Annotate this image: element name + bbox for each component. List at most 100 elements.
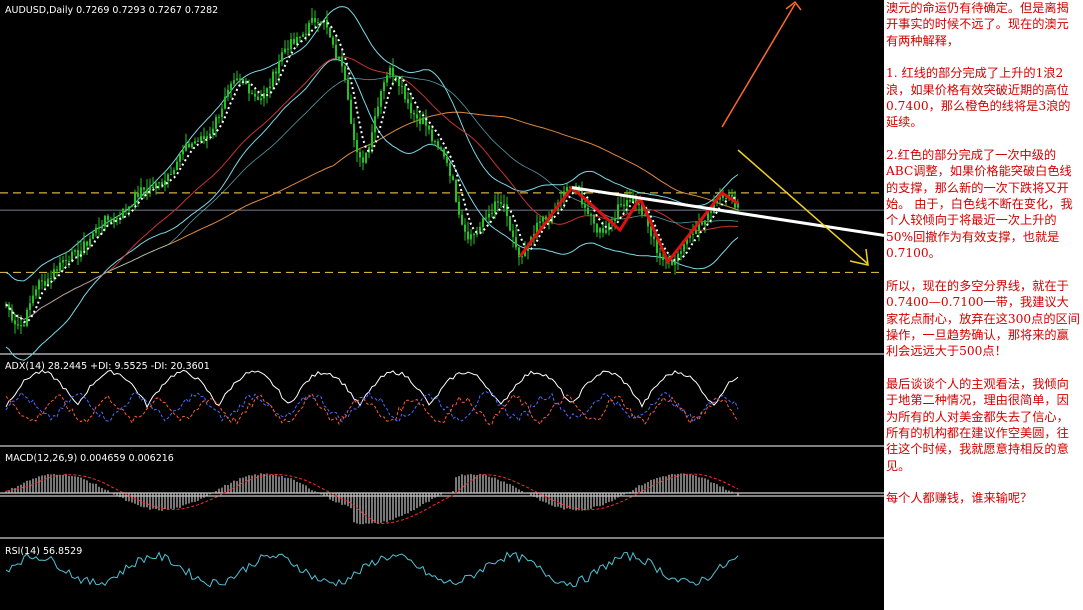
price-bar-body (482, 218, 484, 227)
commentary-question: 每个人都赚钱，谁来输呢？ (886, 491, 1033, 506)
price-bar-body (458, 201, 460, 215)
commentary-conclusion: 所以，现在的多空分界线，就在于0.7400—0.7100一带，我建议大家花点耐心… (886, 278, 1080, 359)
price-bar-body (221, 108, 223, 117)
price-bar-body (455, 180, 457, 202)
price-bar-body (407, 99, 409, 104)
price-bar-body (143, 187, 145, 190)
price-bar-body (623, 204, 625, 207)
price-bar-body (50, 278, 52, 280)
price-bar-body (167, 174, 169, 181)
price-bar-body (599, 228, 601, 233)
price-bar-body (209, 133, 211, 137)
price-bar-body (449, 162, 451, 177)
price-bar-body (329, 27, 331, 38)
price-bar-body (176, 161, 178, 171)
price-bar-body (104, 215, 106, 227)
price-bar-body (692, 233, 694, 235)
price-bar-body (356, 139, 358, 153)
price-bar-body (128, 206, 130, 211)
price-bar-body (98, 227, 100, 229)
price-bar-body (32, 295, 34, 304)
yellow-projection-arrow (737, 149, 869, 265)
rsi-header: RSI(14) 56.8529 (5, 546, 82, 557)
price-bar-body (389, 67, 391, 76)
price-bar-body (248, 84, 250, 94)
price-bar-body (359, 152, 361, 158)
price-bar-body (497, 201, 499, 203)
price-bar-body (206, 136, 208, 139)
price-bar-body (452, 176, 454, 181)
price-bar-body (140, 187, 142, 197)
price-bar-body (62, 260, 64, 263)
price-bar-body (158, 182, 160, 184)
price-bar-body (122, 208, 124, 219)
price-bar-body (614, 219, 616, 222)
price-bar-body (302, 34, 304, 37)
commentary-intro: 澳元的命运仍有待确定。但是离揭开事实的时候不远了。现在的澳元有两种解释， (886, 1, 1069, 48)
price-bar-body (587, 207, 589, 214)
price-bar-body (422, 117, 424, 124)
price-bar-body (116, 218, 118, 220)
price-bar-body (431, 129, 433, 142)
price-bar-body (674, 261, 676, 265)
price-bar-body (584, 204, 586, 208)
price-bar-body (440, 147, 442, 150)
price-bar-body (383, 82, 385, 92)
price-bar-body (371, 132, 373, 148)
price-bar-body (53, 269, 55, 279)
price-bar-body (233, 80, 235, 84)
price-bar-body (401, 86, 403, 88)
price-bar-body (56, 269, 58, 271)
long-moving-average (5, 75, 739, 320)
price-bar-body (41, 280, 43, 282)
price-bar-body (377, 106, 379, 117)
price-bar-body (365, 152, 367, 163)
price-bar-body (197, 140, 199, 142)
price-bar-body (704, 220, 706, 225)
price-bar-body (266, 88, 268, 94)
price-bar-body (314, 18, 316, 23)
price-bar-body (275, 71, 277, 74)
price-bar-body (224, 96, 226, 109)
price-bar-body (299, 36, 301, 38)
price-bar-body (92, 233, 94, 239)
price-bar-body (617, 204, 619, 220)
price-bar-body (338, 56, 340, 60)
price-bar-body (629, 200, 631, 202)
symbol-header: AUDUSD,Daily 0.7269 0.7293 0.7267 0.7282 (5, 5, 218, 16)
price-bar-body (347, 79, 349, 100)
price-bar-body (44, 281, 46, 286)
price-bar-body (488, 213, 490, 218)
price-bar-body (350, 99, 352, 124)
price-bar-body (125, 208, 127, 211)
price-bar-body (659, 252, 661, 257)
price-bar-body (236, 78, 238, 81)
price-bar-body (680, 251, 682, 254)
price-bar-body (38, 280, 40, 290)
macd-panel (0, 473, 884, 525)
price-bar-body (464, 224, 466, 232)
price-bar-body (725, 197, 727, 199)
price-bar-body (26, 309, 28, 326)
commentary-scenario-1: 1. 红线的部分完成了上升的1浪2浪，如果价格有效突破近期的高位0.7400，那… (886, 66, 1071, 130)
price-bar-body (341, 56, 343, 67)
price-bar-body (59, 262, 61, 271)
price-bar-body (89, 238, 91, 246)
price-bar-body (203, 136, 205, 139)
price-bar-body (620, 204, 622, 206)
price-bar-body (398, 79, 400, 87)
price-bar-body (149, 186, 151, 191)
price-bar-body (392, 67, 394, 76)
plus-di-line (5, 391, 739, 424)
price-bar-body (305, 33, 307, 35)
price-bar-body (254, 93, 256, 97)
price-bar-body (296, 37, 298, 44)
price-bar-body (470, 234, 472, 240)
price-bar-body (683, 244, 685, 252)
price-bar-body (227, 89, 229, 97)
price-bar-body (353, 123, 355, 140)
price-bar-body (593, 214, 595, 224)
chart-svg: AUDUSD,Daily 0.7269 0.7293 0.7267 0.7282… (0, 0, 884, 588)
chart-area[interactable]: AUDUSD,Daily 0.7269 0.7293 0.7267 0.7282… (0, 0, 884, 610)
price-bar-body (467, 231, 469, 240)
